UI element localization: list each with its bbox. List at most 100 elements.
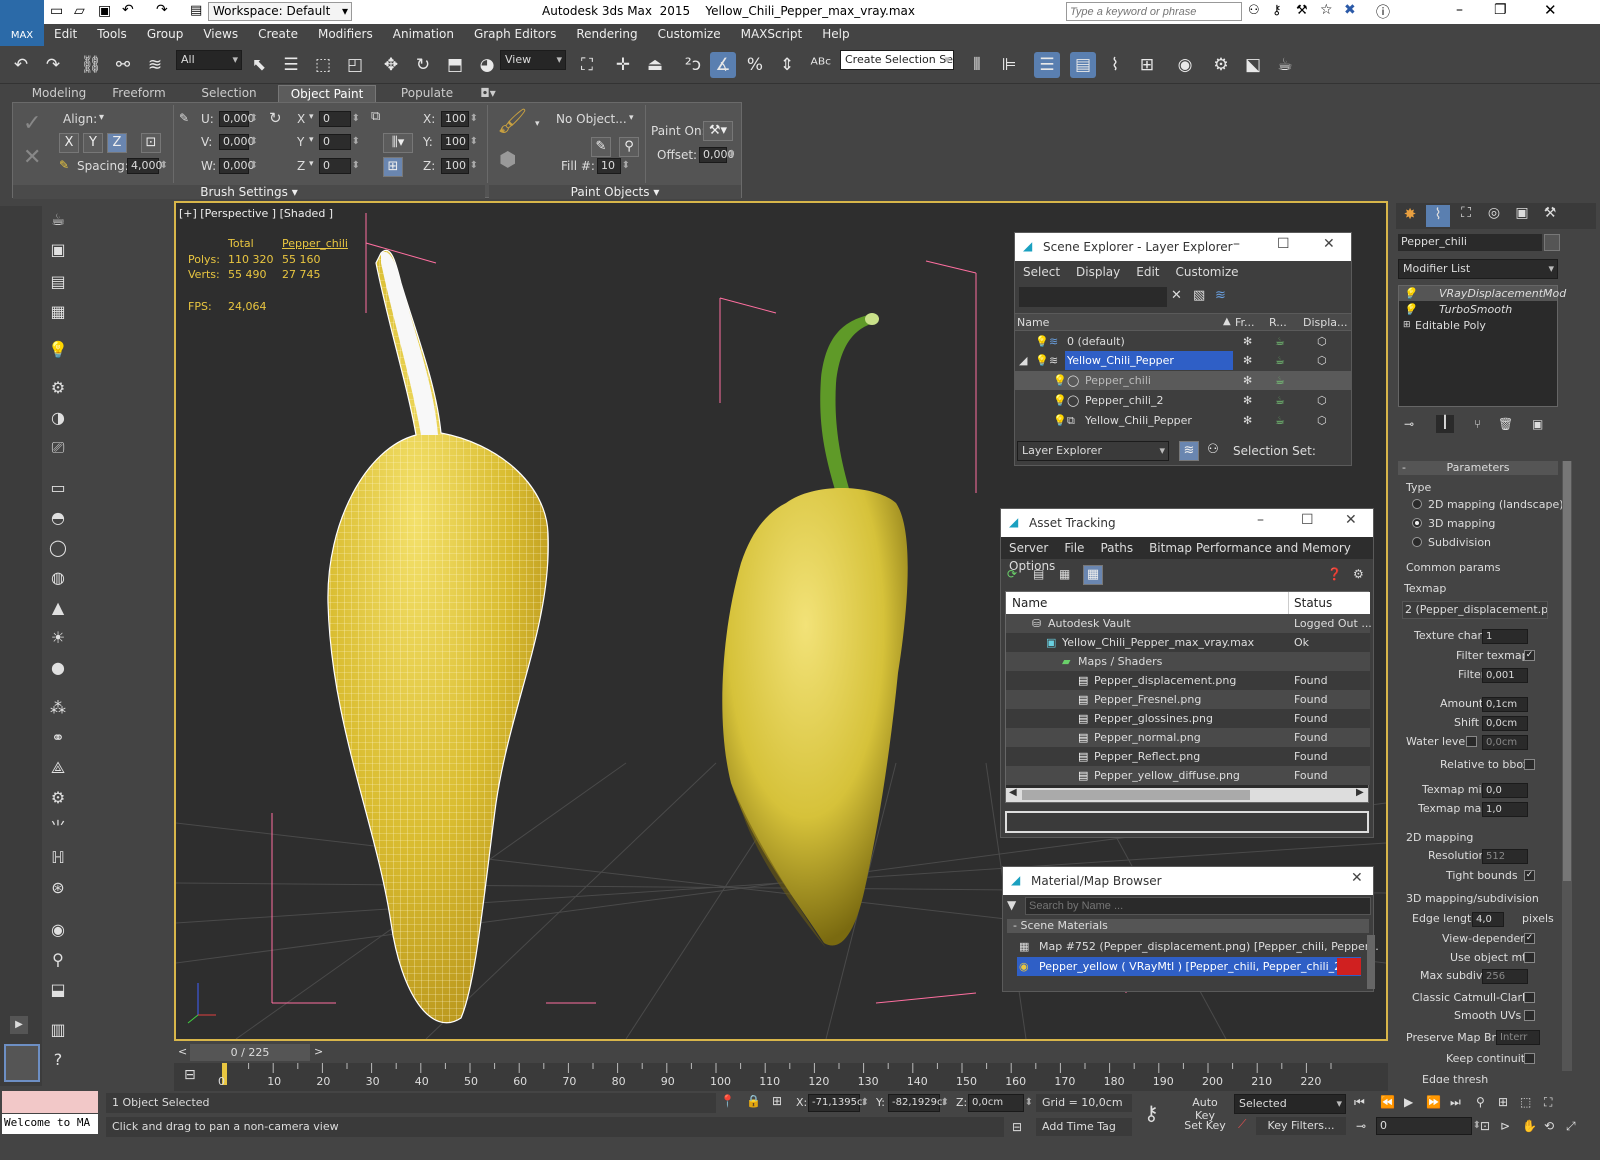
schematic-view-icon[interactable]: ⊞ (1134, 52, 1160, 78)
tight-bounds-checkbox[interactable]: ✓ (1524, 870, 1535, 881)
redo-icon[interactable]: ↷ (40, 52, 66, 78)
explorer-type-dropdown[interactable]: Layer Explorer (1017, 441, 1169, 461)
angle-snap-icon[interactable]: ∡ (710, 52, 736, 78)
material-search-input[interactable] (1025, 897, 1371, 915)
tab-selection[interactable]: Selection (194, 85, 264, 102)
remove-modifier-icon[interactable]: 🗑 (1498, 417, 1513, 431)
hair-icon[interactable]: ℍ (46, 846, 70, 870)
panel-scrollbar[interactable] (1562, 461, 1572, 1071)
render-frame-icon[interactable]: ⬕ (1240, 52, 1266, 78)
detail-view-icon[interactable]: ▦ (1059, 567, 1070, 581)
scale-icon[interactable]: ⬒ (442, 52, 468, 78)
undo-icon[interactable]: ↶ (122, 2, 134, 18)
asset-tracking-titlebar[interactable]: ◢ Asset Tracking – ☐ ✕ (1001, 509, 1373, 537)
selected-combo[interactable]: Selected (1234, 1094, 1346, 1114)
maximize-button[interactable]: ☐ (1301, 512, 1314, 528)
zoom-all-icon[interactable]: ⊞ (1498, 1095, 1508, 1109)
document-icon[interactable]: ▥ (46, 1018, 70, 1042)
paint-object-icon[interactable]: ⚲ (619, 137, 639, 157)
light-bulb-icon[interactable]: 💡 (1403, 286, 1417, 301)
isolate-icon[interactable]: 📍 (720, 1094, 735, 1108)
display-icon[interactable]: ⬡ (1317, 351, 1327, 370)
edit-named-sel-icon[interactable]: ᴬᴮᶜ (808, 52, 834, 78)
menu-edit[interactable]: Edit (1128, 261, 1167, 279)
list-view-icon[interactable]: ▤ (1033, 567, 1044, 581)
y-rotation-spinner[interactable]: 0 (319, 134, 360, 150)
v-spinner[interactable]: 0,000 (219, 134, 258, 150)
paint-objects-footer[interactable]: Paint Objects ▾ (489, 185, 741, 199)
menu-item[interactable]: Tools (87, 24, 137, 41)
help-icon[interactable]: ? (46, 1048, 70, 1072)
connect-icon[interactable]: ⚭ (46, 726, 70, 750)
unlink-icon[interactable]: ⚯ (110, 52, 136, 78)
pivot-icon[interactable]: ⛶ (574, 52, 600, 78)
undo-icon[interactable]: ↶ (8, 52, 34, 78)
table-row[interactable]: ◢ 💡 ≋ Yellow_Chili_Pepper ✻ ☕ ⬡ (1015, 351, 1351, 370)
catmull-clark-checkbox[interactable] (1524, 992, 1535, 1003)
expand-icon[interactable]: ⊞ (1403, 318, 1411, 333)
menu-item[interactable]: Rendering (566, 24, 647, 41)
teapot-icon[interactable]: ☕ (46, 208, 70, 232)
maximize-viewport-icon[interactable]: ⤢ (1566, 1119, 1576, 1134)
select-by-name-icon[interactable]: ☰ (278, 52, 304, 78)
freeze-icon[interactable]: ✻ (1243, 371, 1252, 390)
relative-bbox-checkbox[interactable] (1524, 759, 1535, 770)
freeze-icon[interactable]: ✻ (1243, 391, 1252, 410)
menu-item[interactable]: Customize (648, 24, 731, 41)
shift-spinner[interactable]: 0,0cm (1482, 716, 1528, 731)
redo-icon[interactable]: ↷ (156, 2, 168, 18)
brush-settings-footer[interactable]: Brush Settings ▾ (13, 185, 485, 199)
rect-selection-icon[interactable]: ⬚ (310, 52, 336, 78)
star-icon[interactable]: ☆ (1320, 2, 1333, 18)
scale-options-icon[interactable]: ⫼▾ (383, 133, 413, 153)
table-row[interactable]: 💡 ⧉ Yellow_Chili_Pepper ✻ ☕ ⬡ (1015, 411, 1351, 430)
spinner-snap-icon[interactable]: ⇕ (774, 52, 800, 78)
object-name-field[interactable]: Pepper_chili (1398, 234, 1542, 251)
freeze-icon[interactable]: ✻ (1243, 351, 1252, 370)
vertical-scrollbar[interactable] (1367, 935, 1375, 989)
resolution-spinner[interactable]: 512 (1482, 849, 1528, 864)
curve-editor-icon[interactable]: ⌇ (1102, 52, 1128, 78)
open-icon[interactable]: ▱ (74, 3, 85, 19)
menu-paths[interactable]: Paths (1092, 537, 1141, 555)
ribbon-options-icon[interactable]: ◘▾ (478, 85, 498, 102)
geosphere-icon[interactable]: ◍ (46, 566, 70, 590)
freeze-icon[interactable]: ✻ (1243, 411, 1252, 430)
modifier-list-dropdown[interactable]: Modifier List (1398, 259, 1558, 279)
grass-icon[interactable]: ⺌ (46, 816, 70, 840)
next-key-icon[interactable]: ⏩ (1426, 1095, 1441, 1109)
prev-key-icon[interactable]: ⏪ (1380, 1095, 1395, 1109)
scene-materials-group[interactable]: - Scene Materials (1007, 919, 1369, 933)
display-icon[interactable]: ⬡ (1317, 391, 1327, 410)
x-icon[interactable]: ✖ (1344, 2, 1356, 18)
display-icon[interactable]: ⬡ (1317, 411, 1327, 430)
modify-tab-icon[interactable]: ⌇ (1426, 205, 1450, 227)
select-object-icon[interactable]: ⬉ (246, 52, 272, 78)
offset-spinner[interactable]: 0,000 (699, 147, 736, 163)
search-scene-icon[interactable]: ⚲ (46, 948, 70, 972)
disc-icon[interactable]: ● (46, 656, 70, 680)
play-icon[interactable]: ▶ (1404, 1095, 1413, 1109)
menu-display[interactable]: Display (1068, 261, 1128, 279)
sun-icon[interactable]: ☀ (46, 626, 70, 650)
lock-icon[interactable]: 🔒 (746, 1094, 761, 1108)
minimize-button[interactable]: – (1233, 236, 1240, 252)
paint-on-icon[interactable]: ⚒▾ (703, 121, 733, 141)
gear-icon[interactable]: ⚙ (46, 786, 70, 810)
scale-y-spinner[interactable]: 100 (441, 134, 478, 150)
material-browser-titlebar[interactable]: ◢ Material/Map Browser ✕ (1003, 867, 1373, 895)
light-bulb-icon[interactable]: 💡 (1035, 332, 1049, 351)
snap-toggle-icon[interactable]: ²ↄ (680, 52, 706, 78)
link-icon[interactable]: ⛓ (78, 52, 104, 78)
menu-file[interactable]: File (1056, 537, 1092, 555)
absolute-mode-icon[interactable]: ⊞ (772, 1094, 782, 1108)
pyramid-icon[interactable]: ⟁ (46, 756, 70, 780)
goto-end-icon[interactable]: ⏭ (1450, 1095, 1461, 1110)
column-render[interactable]: R... (1269, 316, 1287, 329)
auto-key-button[interactable]: Auto Key (1180, 1094, 1230, 1122)
manipulate-icon[interactable]: ✛ (610, 52, 636, 78)
selection-set-label[interactable]: Selection Set: (1233, 444, 1316, 458)
layers-toggle-icon[interactable]: ≋ (1179, 441, 1199, 461)
expand-icon[interactable]: ◢ (1019, 351, 1027, 370)
max-subdivs-spinner[interactable]: 256 (1482, 969, 1528, 984)
